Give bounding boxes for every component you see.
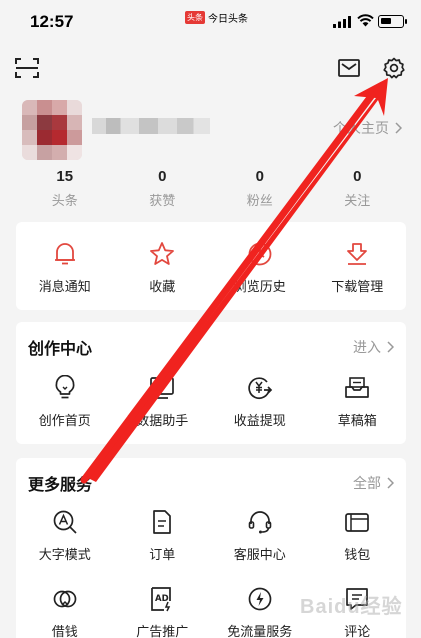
creator-label: 收益提现 — [233, 413, 286, 428]
stat-label: 关注 — [344, 193, 371, 208]
svg-text:AD: AD — [155, 594, 169, 604]
stat-value: 15 — [56, 168, 74, 185]
chevron-right-icon — [395, 122, 402, 134]
status-time: 12:57 — [30, 12, 74, 31]
stat-following[interactable]: 0 关注 — [309, 168, 407, 208]
more-label: 进入 — [353, 339, 381, 355]
quick-action-history[interactable]: 浏览历史 — [211, 240, 309, 295]
service-label: 大字模式 — [38, 547, 91, 562]
service-customer-center[interactable]: 客服中心 — [211, 508, 309, 563]
creator-label: 创作首页 — [38, 413, 91, 428]
wifi-icon — [357, 14, 374, 27]
creator-label: 数据助手 — [136, 413, 189, 428]
service-label: 评论 — [344, 624, 371, 638]
stats-row: 15 头条 0 获赞 0 粉丝 0 关注 — [16, 168, 406, 208]
creator-data-assistant[interactable]: 数据助手 — [114, 374, 212, 429]
clock-icon — [248, 242, 272, 266]
quick-action-label: 收藏 — [149, 279, 176, 294]
service-label: 钱包 — [344, 547, 371, 562]
service-wallet[interactable]: 钱包 — [309, 508, 407, 563]
quick-action-favorites[interactable]: 收藏 — [114, 240, 212, 295]
order-icon — [153, 510, 172, 534]
quick-action-label: 浏览历史 — [233, 279, 286, 294]
borrow-icon — [53, 590, 77, 608]
card-title: 创作中心 — [28, 341, 93, 358]
stat-headlines[interactable]: 15 头条 — [16, 168, 114, 208]
service-label: 借钱 — [51, 624, 78, 638]
username-blurred — [92, 118, 210, 134]
yuan-exchange-icon — [248, 377, 272, 400]
large-font-icon — [53, 510, 77, 534]
service-borrow[interactable]: 借钱 — [16, 585, 114, 638]
stat-label: 粉丝 — [246, 193, 273, 208]
service-orders[interactable]: 订单 — [114, 508, 212, 563]
headset-icon — [248, 511, 272, 534]
service-label: 客服中心 — [233, 547, 286, 562]
creator-drafts[interactable]: 草稿箱 — [309, 374, 407, 429]
chart-icon — [150, 377, 175, 399]
watermark: Baidu经验 — [300, 596, 403, 618]
mail-icon[interactable] — [338, 58, 360, 78]
stat-value: 0 — [255, 168, 264, 185]
draft-box-icon — [345, 377, 370, 398]
app-badge: 头条 — [185, 11, 205, 24]
creator-home[interactable]: 创作首页 — [16, 374, 114, 429]
wallet-icon — [345, 513, 370, 532]
ad-icon: AD — [151, 587, 172, 612]
creator-center-card: 创作中心 进入 创作首页 数据助手 收益提现 草稿箱 — [16, 322, 406, 444]
gear-icon[interactable] — [382, 56, 406, 80]
home-link-label: 个人主页 — [333, 120, 389, 136]
service-label: 广告推广 — [136, 624, 189, 638]
quick-action-label: 消息通知 — [38, 279, 91, 294]
current-app-indicator: 头条 今日头条 — [185, 10, 248, 25]
creator-enter-link[interactable]: 进入 — [353, 337, 394, 357]
lightbulb-icon — [55, 375, 75, 399]
bell-icon — [54, 243, 75, 265]
data-free-icon — [248, 587, 272, 611]
quick-action-downloads[interactable]: 下载管理 — [309, 240, 407, 295]
app-name: 今日头条 — [208, 14, 248, 25]
service-ad-promotion[interactable]: AD 广告推广 — [114, 585, 212, 638]
profile-section[interactable]: 个人主页 — [22, 100, 402, 160]
personal-home-link[interactable]: 个人主页 — [333, 118, 402, 138]
more-label: 全部 — [353, 475, 381, 491]
service-label: 免流量服务 — [227, 624, 293, 638]
service-large-font[interactable]: 大字模式 — [16, 508, 114, 563]
service-label: 订单 — [149, 547, 176, 562]
stat-followers[interactable]: 0 粉丝 — [211, 168, 309, 208]
card-title: 更多服务 — [28, 477, 93, 494]
services-all-link[interactable]: 全部 — [353, 473, 394, 493]
stat-likes[interactable]: 0 获赞 — [114, 168, 212, 208]
stat-value: 0 — [158, 168, 167, 185]
stat-label: 头条 — [51, 193, 78, 208]
battery-icon — [378, 15, 407, 28]
service-data-free[interactable]: 免流量服务 — [211, 585, 309, 638]
quick-action-notifications[interactable]: 消息通知 — [16, 240, 114, 295]
chevron-right-icon — [387, 341, 394, 353]
download-icon — [347, 243, 368, 265]
stat-value: 0 — [353, 168, 362, 185]
creator-earnings[interactable]: 收益提现 — [211, 374, 309, 429]
quick-action-label: 下载管理 — [331, 279, 384, 294]
scan-icon[interactable] — [14, 56, 40, 80]
avatar[interactable] — [22, 100, 82, 160]
creator-label: 草稿箱 — [337, 413, 377, 428]
blurred-avatar-image — [22, 100, 82, 160]
stat-label: 获赞 — [149, 193, 176, 208]
quick-actions-card: 消息通知 收藏 浏览历史 下载管理 — [16, 222, 406, 310]
star-icon — [150, 242, 175, 265]
chevron-right-icon — [387, 477, 394, 489]
signal-icon — [333, 16, 351, 28]
status-bar: 12:57 头条 今日头条 — [0, 0, 421, 44]
